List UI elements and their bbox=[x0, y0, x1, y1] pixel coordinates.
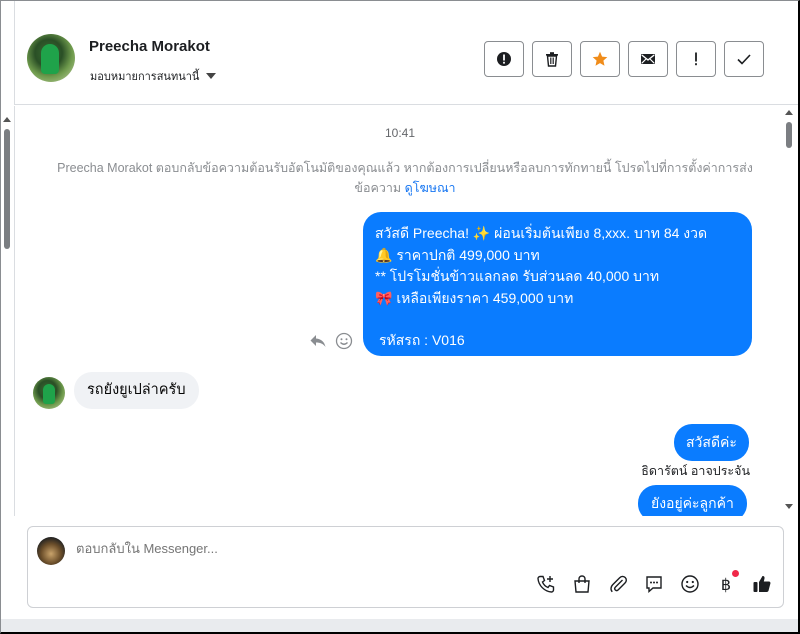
shop-button[interactable] bbox=[571, 573, 593, 595]
mark-important-button[interactable] bbox=[676, 41, 716, 77]
scroll-up-arrow-icon[interactable] bbox=[3, 117, 11, 122]
reply-input[interactable] bbox=[76, 541, 676, 556]
mail-icon bbox=[641, 54, 655, 64]
offer-line: 🎀 เหลือเพียงราคา 459,000 บาท bbox=[375, 289, 574, 306]
offer-line: สวัสดี Preecha! ✨ ผ่อนเริ่มต้นเพียง 8,xx… bbox=[375, 225, 708, 241]
mark-unread-button[interactable] bbox=[628, 41, 668, 77]
check-icon bbox=[737, 54, 751, 65]
car-code-line: รหัสรถ : V016 bbox=[379, 332, 465, 348]
star-button[interactable] bbox=[580, 41, 620, 77]
messenger-window: Preecha Morakot มอบหมายการสนทนานี้ 10:41… bbox=[0, 0, 800, 634]
contact-avatar[interactable] bbox=[27, 34, 75, 82]
scroll-down-arrow-icon[interactable] bbox=[785, 504, 793, 509]
trash-icon bbox=[546, 52, 558, 67]
baht-icon: ฿ bbox=[720, 574, 732, 594]
contact-name[interactable]: Preecha Morakot bbox=[89, 38, 210, 55]
left-scrollbar-thumb[interactable] bbox=[4, 129, 10, 249]
offer-line: 🔔 ราคาปกติ 499,000 บาท bbox=[375, 246, 540, 263]
thread-scrollbar-thumb[interactable] bbox=[786, 122, 792, 148]
sender-name: ธิดารัตน์ อาจประจัน bbox=[641, 464, 750, 478]
outgoing-reply-message[interactable]: ยังอยู่ค่ะลูกค้า bbox=[638, 485, 747, 516]
window-bottom-edge bbox=[1, 619, 798, 632]
thread-scrollbar[interactable] bbox=[782, 106, 796, 516]
reply-icon[interactable] bbox=[309, 332, 327, 350]
shopping-bag-icon bbox=[574, 575, 590, 593]
payment-button[interactable]: ฿ bbox=[715, 570, 739, 595]
star-icon bbox=[592, 51, 608, 66]
composer-toolbar: ฿ bbox=[535, 570, 773, 595]
contact-avatar-small[interactable] bbox=[33, 377, 65, 409]
offer-line: ** โปรโมชั่นข้าวแลกลด รับส่วนลด 40,000 บ… bbox=[375, 268, 660, 284]
notification-dot bbox=[732, 570, 739, 577]
paperclip-icon bbox=[610, 575, 627, 593]
view-ad-link[interactable]: ดูโฆษณา bbox=[405, 181, 456, 195]
caret-down-icon bbox=[206, 73, 217, 79]
mark-spam-button[interactable] bbox=[484, 41, 524, 77]
header-actions bbox=[484, 41, 764, 77]
message-timestamp: 10:41 bbox=[384, 126, 416, 140]
call-button[interactable] bbox=[535, 573, 557, 595]
conversation-header: Preecha Morakot มอบหมายการสนทนานี้ bbox=[14, 1, 798, 105]
page-avatar bbox=[37, 537, 65, 565]
delete-button[interactable] bbox=[532, 41, 572, 77]
auto-reply-notice: Preecha Morakot ตอบกลับข้อความต้อนรับอัต… bbox=[35, 158, 775, 198]
outgoing-offer-message[interactable]: สวัสดี Preecha! ✨ ผ่อนเริ่มต้นเพียง 8,xx… bbox=[363, 212, 752, 356]
exclamation-icon bbox=[695, 52, 697, 66]
emoji-button[interactable] bbox=[679, 573, 701, 595]
chat-bubble-icon bbox=[646, 576, 662, 594]
phone-plus-icon bbox=[537, 575, 555, 593]
like-button[interactable] bbox=[751, 573, 773, 595]
alert-circle-icon bbox=[497, 52, 511, 66]
message-thread: 10:41 Preecha Morakot ตอบกลับข้อความต้อน… bbox=[14, 106, 798, 516]
assign-conversation-dropdown[interactable]: มอบหมายการสนทนานี้ bbox=[90, 67, 217, 85]
react-emoji-icon[interactable] bbox=[335, 332, 353, 350]
scroll-up-arrow-icon[interactable] bbox=[785, 110, 793, 115]
assign-label: มอบหมายการสนทนานี้ bbox=[90, 71, 200, 83]
saved-replies-button[interactable] bbox=[643, 573, 665, 595]
attach-button[interactable] bbox=[607, 573, 629, 595]
thumbs-up-icon bbox=[753, 575, 771, 592]
left-scrollbar[interactable] bbox=[1, 113, 13, 523]
outgoing-greeting-message[interactable]: สวัสดีค่ะ bbox=[674, 424, 749, 461]
incoming-message[interactable]: รถยังยูเปล่าครับ bbox=[74, 372, 199, 409]
mark-done-button[interactable] bbox=[724, 41, 764, 77]
message-composer: ฿ bbox=[27, 526, 784, 608]
emoji-icon bbox=[681, 575, 699, 593]
message-hover-actions bbox=[309, 332, 353, 350]
